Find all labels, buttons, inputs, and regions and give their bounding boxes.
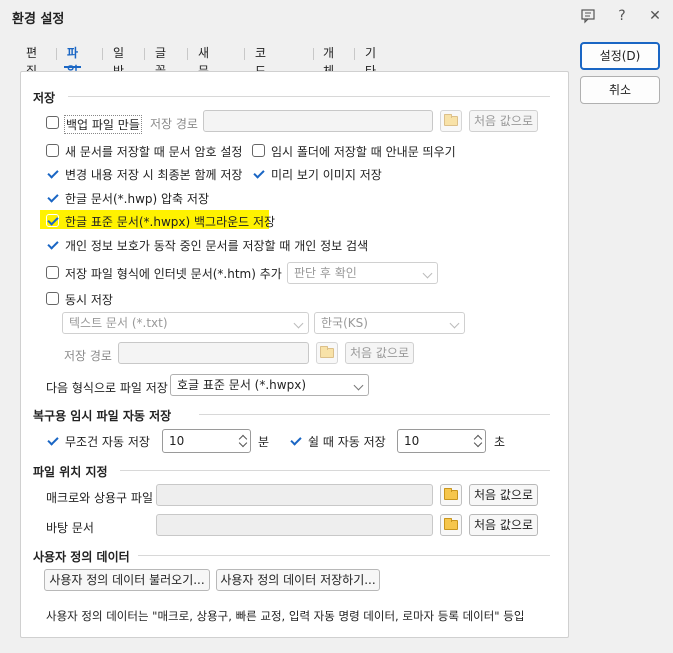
temp-folder-notice-checkbox[interactable] [252, 144, 265, 157]
tab-general[interactable]: 일반 [113, 44, 124, 78]
privacy-check-checkbox[interactable] [46, 238, 59, 251]
chevron-down-icon [293, 318, 304, 329]
cancel-button[interactable]: 취소 [580, 76, 660, 104]
autosave-idle-checkbox[interactable] [289, 434, 302, 447]
macro-file-label: 매크로와 상용구 파일 [46, 491, 153, 505]
seconds-unit: 초 [494, 435, 506, 449]
temp-folder-notice-label: 임시 폴더에 저장할 때 안내문 띄우기 [271, 145, 456, 159]
load-user-data-button[interactable]: 사용자 정의 데이터 불러오기... [44, 569, 210, 591]
template-default-button[interactable]: 처음 값으로 [469, 514, 538, 536]
simul-format-value: 텍스트 문서 (*.txt) [69, 316, 168, 330]
save-with-latest-label: 변경 내용 저장 시 최종본 함께 저장 [65, 168, 243, 182]
backup-default-button[interactable]: 처음 값으로 [469, 110, 538, 132]
template-doc-input[interactable] [156, 514, 433, 536]
compress-hwp-label: 한글 문서(*.hwp) 압축 저장 [65, 192, 209, 206]
folder-icon[interactable] [316, 342, 338, 364]
simul-path-input[interactable] [118, 342, 309, 364]
tab-font[interactable]: 글꼴 [155, 44, 166, 78]
tab-separator [102, 48, 103, 60]
section-divider [199, 414, 550, 415]
password-prompt-label: 새 문서를 저장할 때 문서 암호 설정 [65, 145, 243, 159]
htm-option-select[interactable]: 판단 후 확인 [287, 262, 438, 284]
chevron-down-icon [353, 380, 364, 391]
compress-hwp-checkbox[interactable] [46, 191, 59, 204]
bg-save-hwpx-checkbox[interactable] [46, 214, 59, 227]
save-as-label: 다음 형식으로 파일 저장 [46, 381, 168, 395]
ok-button[interactable]: 설정(D) [580, 42, 660, 70]
simul-encoding-select[interactable]: 한국(KS) [314, 312, 465, 334]
simul-default-button[interactable]: 처음 값으로 [345, 342, 414, 364]
privacy-check-label: 개인 정보 보호가 동작 중인 문서를 저장할 때 개인 정보 검색 [65, 239, 369, 253]
tab-new-document[interactable]: 새 문서 [198, 44, 209, 96]
folder-icon[interactable] [440, 484, 462, 506]
tab-separator [313, 48, 314, 60]
save-preview-label: 미리 보기 이미지 저장 [271, 168, 382, 182]
section-save-title: 저장 [33, 91, 56, 105]
tab-separator [56, 48, 57, 60]
help-icon[interactable]: ? [612, 6, 632, 26]
backup-checkbox[interactable] [46, 116, 59, 129]
tab-other[interactable]: 기타 [365, 44, 376, 78]
close-icon[interactable]: ✕ [645, 6, 665, 26]
folder-icon[interactable] [440, 110, 462, 132]
tab-file[interactable]: 파일 [63, 44, 82, 78]
window-title: 환경 설정 [12, 12, 65, 27]
save-path-label: 저장 경로 [150, 117, 198, 131]
add-htm-label: 저장 파일 형식에 인터넷 문서(*.htm) 추가 [65, 267, 282, 281]
section-divider [138, 555, 550, 556]
folder-icon[interactable] [440, 514, 462, 536]
simul-path-label: 저장 경로 [64, 349, 112, 363]
template-doc-label: 바탕 문서 [46, 521, 94, 535]
section-autosave-title: 복구용 임시 파일 자동 저장 [33, 409, 172, 423]
tab-separator [187, 48, 188, 60]
section-divider [68, 96, 550, 97]
htm-option-value: 판단 후 확인 [294, 266, 357, 280]
minutes-unit: 분 [258, 435, 270, 449]
user-data-note: 사용자 정의 데이터는 "매크로, 상용구, 빠른 교정, 입력 자동 명령 데… [46, 609, 525, 623]
spin-down-icon[interactable] [238, 442, 248, 450]
add-htm-checkbox[interactable] [46, 266, 59, 279]
backup-path-input[interactable] [203, 110, 433, 132]
bg-save-hwpx-label: 한글 표준 문서(*.hwpx) 백그라운드 저장 [65, 215, 276, 229]
autosave-seconds-value: 10 [404, 434, 420, 448]
spin-down-icon[interactable] [473, 442, 483, 450]
simul-save-label: 동시 저장 [65, 293, 113, 307]
simul-encoding-value: 한국(KS) [321, 316, 368, 330]
chevron-down-icon [449, 318, 460, 329]
autosave-idle-label: 쉴 때 자동 저장 [308, 435, 386, 449]
section-file-location-title: 파일 위치 지정 [33, 465, 108, 479]
simul-save-checkbox[interactable] [46, 292, 59, 305]
tab-separator [144, 48, 145, 60]
autosave-seconds-input[interactable]: 10 [397, 429, 486, 453]
tab-separator [244, 48, 245, 60]
simul-format-select[interactable]: 텍스트 문서 (*.txt) [62, 312, 309, 334]
save-with-latest-checkbox[interactable] [46, 167, 59, 180]
title-bar [0, 0, 673, 32]
chat-icon[interactable] [578, 6, 598, 26]
autosave-always-checkbox[interactable] [46, 434, 59, 447]
macro-file-input[interactable] [156, 484, 433, 506]
macro-default-button[interactable]: 처음 값으로 [469, 484, 538, 506]
save-as-select[interactable]: 호글 표준 문서 (*.hwpx) [170, 374, 369, 396]
section-user-data-title: 사용자 정의 데이터 [33, 550, 130, 564]
save-preview-checkbox[interactable] [252, 167, 265, 180]
backup-label: 백업 파일 만들 [64, 115, 142, 134]
password-prompt-checkbox[interactable] [46, 144, 59, 157]
autosave-minutes-input[interactable]: 10 [162, 429, 251, 453]
tab-object[interactable]: 개체 [323, 44, 334, 78]
section-divider [120, 470, 550, 471]
autosave-minutes-value: 10 [169, 434, 185, 448]
autosave-always-label: 무조건 자동 저장 [65, 435, 150, 449]
save-as-value: 호글 표준 문서 (*.hwpx) [177, 378, 307, 392]
tab-code-format[interactable]: 코드 형식 [255, 44, 266, 114]
save-user-data-button[interactable]: 사용자 정의 데이터 저장하기... [216, 569, 380, 591]
tab-separator [354, 48, 355, 60]
tab-edit[interactable]: 편집 [26, 44, 37, 78]
chevron-down-icon [422, 268, 433, 279]
